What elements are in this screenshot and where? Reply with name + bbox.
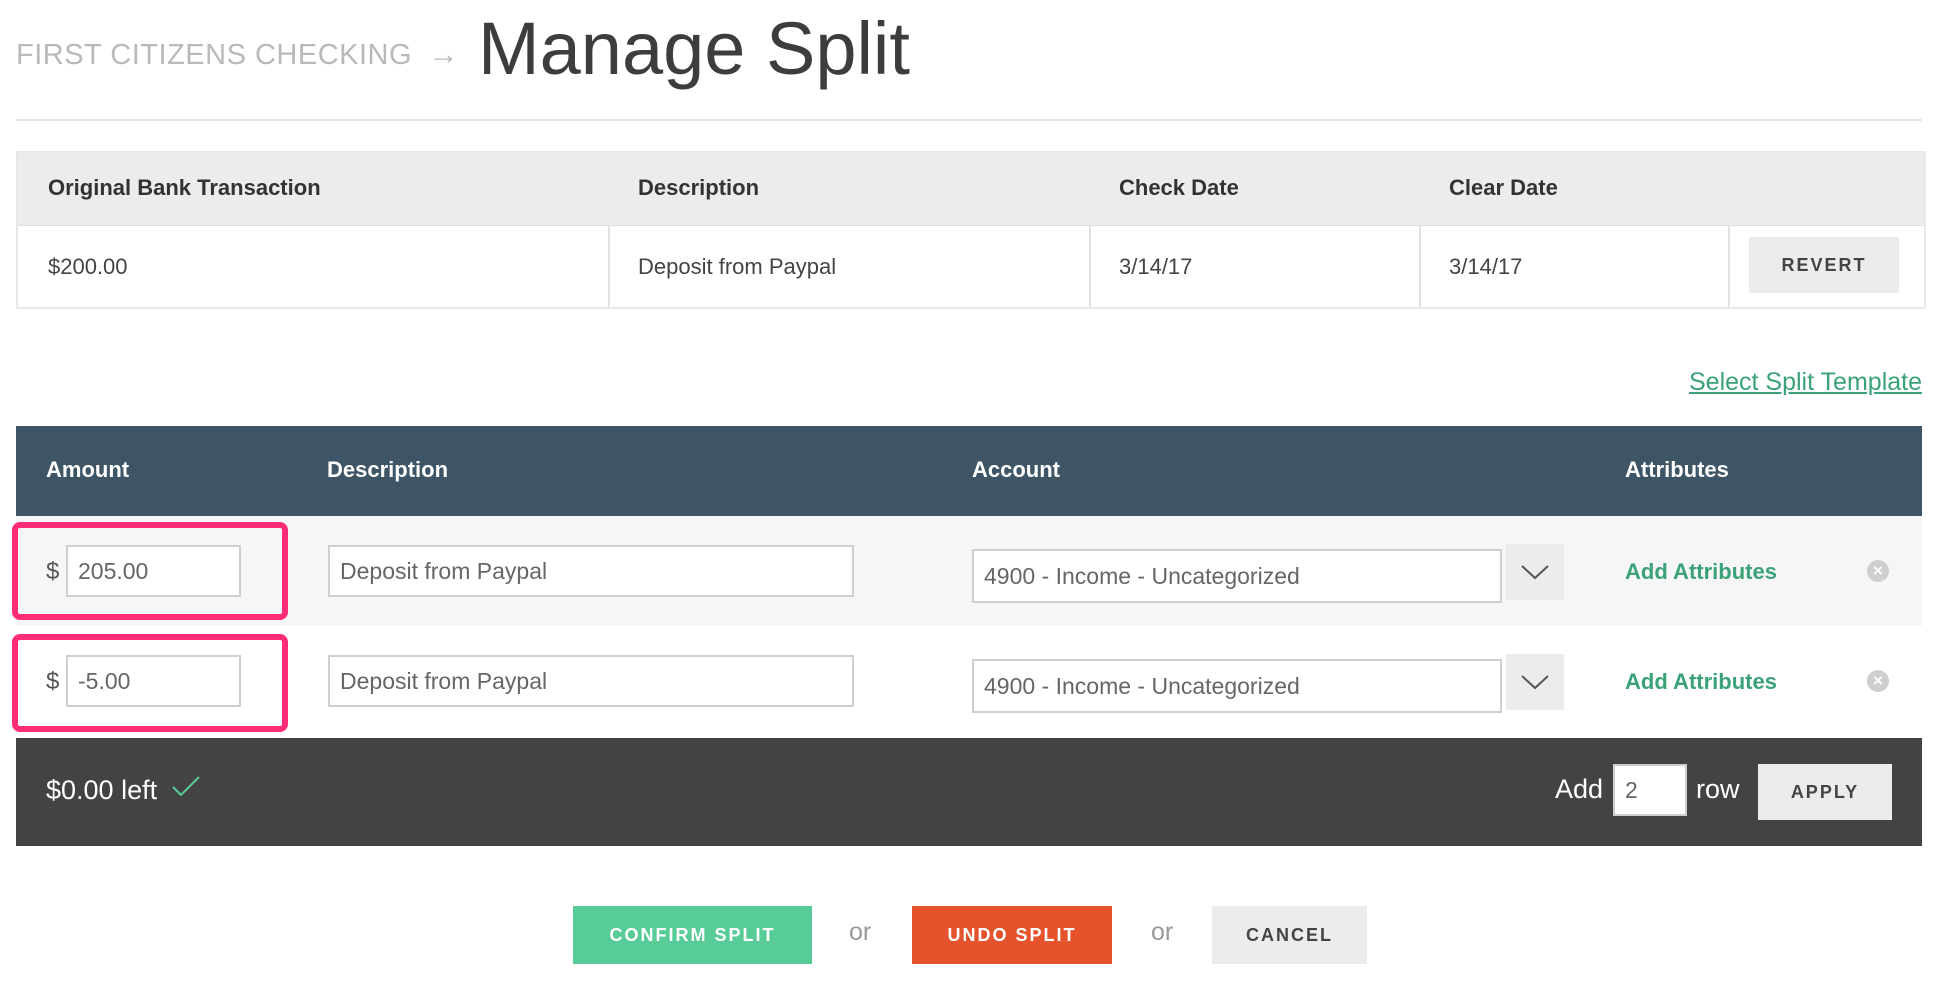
col-account: Account bbox=[972, 457, 1060, 482]
remove-row-icon[interactable]: × bbox=[1867, 560, 1889, 582]
page-title: Manage Split bbox=[478, 7, 910, 90]
breadcrumb-account[interactable]: FIRST CITIZENS CHECKING bbox=[16, 39, 412, 71]
remove-row-icon[interactable]: × bbox=[1867, 670, 1889, 692]
col-amount: Amount bbox=[46, 457, 130, 482]
col-clear-date: Clear Date bbox=[1449, 175, 1558, 200]
add-attributes-link[interactable]: Add Attributes bbox=[1625, 669, 1777, 695]
account-select[interactable] bbox=[972, 549, 1502, 603]
col-attributes: Attributes bbox=[1625, 457, 1729, 482]
split-footer-bar: $0.00 left Add row APPLY bbox=[16, 738, 1922, 846]
account-dropdown-toggle[interactable] bbox=[1506, 654, 1564, 710]
divider bbox=[1419, 226, 1421, 307]
col-description: Description bbox=[327, 457, 449, 482]
divider bbox=[1728, 226, 1730, 307]
undo-split-button[interactable]: UNDO SPLIT bbox=[912, 906, 1112, 964]
original-amount: $200.00 bbox=[48, 253, 128, 279]
split-row: $ Add Attributes × bbox=[12, 516, 1922, 626]
original-transaction-table: Original Bank Transaction Description Ch… bbox=[16, 151, 1926, 309]
col-description: Description bbox=[638, 175, 760, 200]
col-check-date: Check Date bbox=[1119, 175, 1239, 200]
description-input[interactable] bbox=[328, 655, 854, 707]
check-icon bbox=[172, 776, 200, 797]
currency-symbol: $ bbox=[46, 668, 60, 695]
amount-input[interactable] bbox=[66, 655, 241, 707]
original-transaction-header: Original Bank Transaction Description Ch… bbox=[18, 153, 1924, 225]
row-label: row bbox=[1696, 774, 1740, 804]
add-rows-count-input[interactable] bbox=[1613, 764, 1687, 816]
split-row: $ Add Attributes × bbox=[12, 626, 1922, 736]
chevron-down-icon bbox=[1521, 675, 1549, 690]
manage-split-page: FIRST CITIZENS CHECKING → Manage Split O… bbox=[0, 0, 1938, 996]
divider bbox=[608, 226, 610, 307]
account-select[interactable] bbox=[972, 659, 1502, 713]
or-separator: or bbox=[849, 918, 872, 946]
select-split-template-link[interactable]: Select Split Template bbox=[1689, 368, 1922, 397]
remaining-amount: $0.00 left bbox=[46, 775, 158, 805]
divider bbox=[1089, 226, 1091, 307]
split-table-header: Amount Description Account Attributes bbox=[16, 426, 1922, 516]
apply-button[interactable]: APPLY bbox=[1758, 764, 1892, 820]
revert-button[interactable]: REVERT bbox=[1749, 237, 1899, 293]
chevron-down-icon bbox=[1521, 565, 1549, 580]
original-description: Deposit from Paypal bbox=[638, 253, 837, 279]
original-transaction-row: $200.00 Deposit from Paypal 3/14/17 3/14… bbox=[18, 225, 1924, 307]
description-input[interactable] bbox=[328, 545, 854, 597]
add-label: Add bbox=[1555, 774, 1604, 804]
check-date: 3/14/17 bbox=[1119, 253, 1193, 279]
arrow-right-icon: → bbox=[428, 38, 460, 71]
breadcrumb[interactable]: FIRST CITIZENS CHECKING → bbox=[16, 38, 459, 72]
currency-symbol: $ bbox=[46, 558, 60, 585]
cancel-button[interactable]: CANCEL bbox=[1212, 906, 1367, 964]
col-original-bank-transaction: Original Bank Transaction bbox=[48, 175, 321, 200]
confirm-split-button[interactable]: CONFIRM SPLIT bbox=[573, 906, 812, 964]
add-attributes-link[interactable]: Add Attributes bbox=[1625, 559, 1777, 585]
clear-date: 3/14/17 bbox=[1449, 253, 1523, 279]
account-dropdown-toggle[interactable] bbox=[1506, 544, 1564, 600]
page-header: FIRST CITIZENS CHECKING → Manage Split bbox=[16, 0, 1922, 121]
amount-input[interactable] bbox=[66, 545, 241, 597]
or-separator: or bbox=[1151, 918, 1174, 946]
